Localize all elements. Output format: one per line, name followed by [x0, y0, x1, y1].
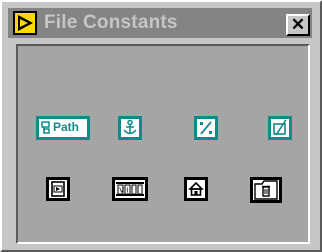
path-separator-icon	[197, 119, 215, 137]
vi-library-directory[interactable]: V I	[112, 177, 148, 201]
trash-folder-icon	[253, 180, 279, 200]
home-directory-icon	[187, 180, 205, 198]
not-a-path-icon	[271, 119, 289, 137]
vi-path-icon	[49, 180, 67, 198]
anchor-constant[interactable]	[118, 116, 142, 140]
temporary-directory[interactable]	[250, 177, 282, 203]
svg-text:V: V	[119, 187, 124, 195]
anchor-icon	[121, 119, 139, 137]
not-a-path-constant[interactable]	[268, 116, 292, 140]
path-constant[interactable]: Path	[36, 116, 90, 140]
default-directory[interactable]	[184, 177, 208, 201]
labview-run-icon	[13, 11, 37, 35]
title-bar[interactable]: File Constants ✕	[8, 8, 312, 38]
file-constants-window: File Constants ✕ Path V I	[0, 0, 322, 252]
svg-text:I: I	[126, 187, 128, 195]
vi-library-icon: V I	[115, 180, 145, 198]
close-button[interactable]: ✕	[286, 14, 310, 36]
close-icon: ✕	[290, 15, 306, 34]
path-separator-constant[interactable]	[194, 116, 218, 140]
constants-palette: Path V I	[16, 44, 310, 244]
path-icon	[41, 121, 51, 135]
current-vi-path[interactable]	[46, 177, 70, 201]
path-constant-label: Path	[53, 120, 80, 134]
window-title: File Constants	[44, 12, 178, 33]
